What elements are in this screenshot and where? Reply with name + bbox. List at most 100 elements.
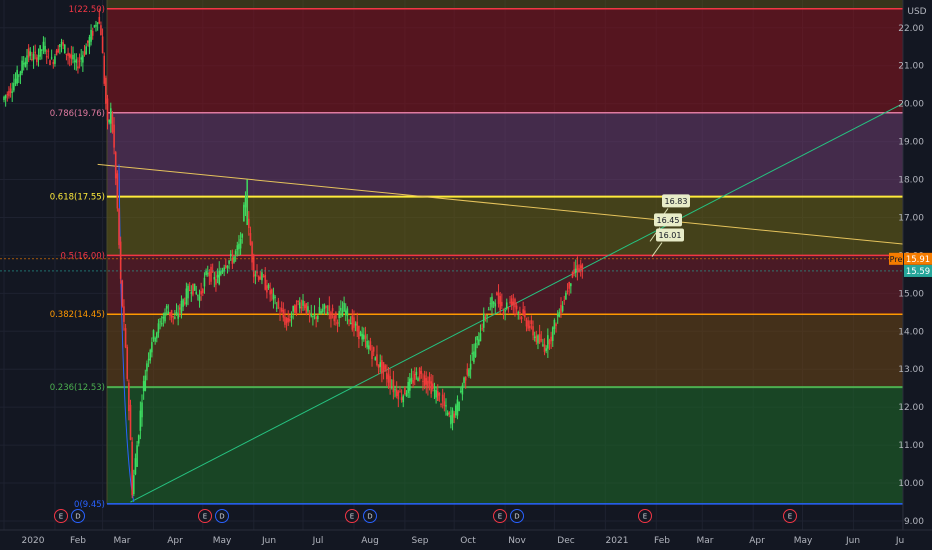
dividend-marker[interactable]: D [215,509,229,523]
fib-label: 0.382(14.45) [50,310,105,320]
candle-body [22,63,25,65]
fib-zone-1 [107,112,903,197]
candle-body [225,265,227,268]
candle-body [303,304,306,309]
candle-body [132,475,135,495]
earnings-marker[interactable]: E [783,509,797,523]
candle-body [476,336,478,341]
x-tick-label: Dec [557,536,574,546]
candle-body [405,393,408,397]
candle-body [19,71,22,76]
candle-body [386,372,388,380]
candle-body [86,40,89,43]
candle-body [144,375,147,391]
candle-body [491,296,493,308]
candle-body [369,341,372,350]
candle-body [461,385,464,395]
earnings-marker[interactable]: E [638,509,652,523]
candle-body [468,369,470,377]
candle-body [443,401,446,407]
candle-body [47,50,50,52]
candle-body [155,332,158,339]
time-axis[interactable]: 2020 Feb Mar Apr May Jun Jul Aug Sep Oct Nov Dec 202… [0,529,932,550]
candle-body [307,306,309,312]
candle-body [340,307,342,311]
x-tick-label: 2021 [606,536,629,546]
x-tick-label: Mar [697,536,714,546]
candle-body [90,29,92,42]
candle-body [514,299,516,308]
candle-body [45,56,48,58]
candle-body [190,292,193,294]
candle-body [131,441,133,496]
candle-body [505,302,508,309]
candle-body [121,280,124,307]
candle-body [570,283,572,287]
candle-body [167,311,170,314]
candle-body [553,319,556,329]
candle-body [160,323,163,325]
earnings-marker[interactable]: E [345,509,359,523]
dividend-marker[interactable]: D [510,509,524,523]
candle-body [248,218,250,229]
candle-body [348,320,350,322]
candle-body [410,377,413,382]
candle-body [558,312,561,318]
event-label: E [498,513,502,521]
candle-body [141,402,143,418]
candle-body [512,301,515,305]
pre-price-tag[interactable]: Pre 15.91 [889,252,932,265]
candle-body [27,48,30,58]
candle-body [93,25,96,27]
candle-body [169,312,171,316]
candle-body [446,412,449,416]
candle-body [39,45,41,57]
candle-body [458,401,460,411]
candle-body [202,289,204,293]
candle-body [65,53,68,55]
candle-body [101,36,104,54]
last-price-tag[interactable]: 15.59 [904,264,932,277]
candle-body [363,334,365,340]
candle-body [450,415,452,425]
candle-body [198,296,201,302]
candle-body [300,306,303,309]
earnings-marker[interactable]: E [54,509,68,523]
candle-body [321,308,324,312]
candle-body [226,265,229,268]
dividend-marker[interactable]: D [71,509,85,523]
candle-body [333,315,336,322]
candle-body [397,391,400,400]
last-price-value: 15.59 [906,267,930,277]
candle-body [565,292,567,300]
candle-body [85,46,87,55]
x-tick-label: Oct [460,536,476,546]
candle-body [187,285,189,299]
candle-body [547,335,549,349]
candlestick-chart[interactable]: 1(22.50)0.786(19.76)0.618(17.55)0.5(16.0… [0,0,932,550]
candle-body [244,197,247,208]
candle-body [73,60,76,62]
candle-body [257,276,260,281]
candle-body [256,271,258,274]
candle-body [404,387,406,395]
candle-body [188,290,191,292]
earnings-marker[interactable]: E [493,509,507,523]
candle-body [175,312,178,314]
earnings-marker[interactable]: E [198,509,212,523]
x-tick-label: Jun [845,536,860,546]
x-tick-label: May [213,536,232,546]
candle-body [177,313,179,319]
candle-body [374,357,377,361]
candle-body [432,383,434,390]
candle-body [197,295,199,297]
candle-body [484,316,487,319]
candle-body [116,173,119,209]
candle-body [438,392,441,396]
candle-body [9,88,12,94]
candle-body [520,317,523,320]
dividend-marker[interactable]: D [363,509,377,523]
candle-body [427,380,429,389]
x-tick-label: Jun [261,536,276,546]
candle-body [530,320,533,324]
